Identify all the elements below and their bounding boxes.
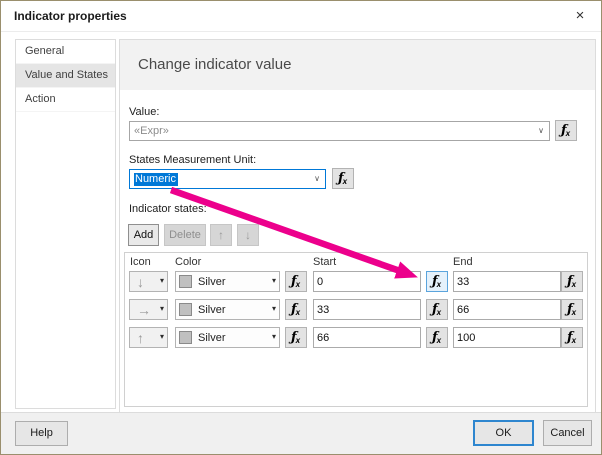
states-measurement-unit-combobox[interactable]: Numeric ∨ (129, 169, 326, 189)
page-header: Change indicator value (120, 40, 595, 90)
sidebar: General Value and States Action (15, 39, 116, 409)
color-dropdown[interactable]: Silver ▾ (175, 327, 280, 348)
chevron-down-icon[interactable]: ∨ (314, 174, 320, 183)
end-input[interactable] (453, 271, 561, 292)
cancel-button[interactable]: Cancel (543, 420, 592, 446)
unit-expression-button[interactable]: ƒx (332, 168, 354, 189)
dropdown-triangle-icon[interactable]: ▾ (160, 276, 164, 285)
start-expression-button[interactable]: ƒx (426, 271, 448, 292)
start-input[interactable] (313, 327, 421, 348)
color-dropdown[interactable]: Silver ▾ (175, 299, 280, 320)
value-combobox-text: «Expr» (134, 125, 169, 137)
unit-selected-text: Numeric (134, 173, 178, 186)
dropdown-triangle-icon[interactable]: ▾ (160, 332, 164, 341)
move-up-icon[interactable]: ↑ (210, 224, 232, 246)
dialog-title: Indicator properties (14, 9, 127, 23)
end-expression-button[interactable]: ƒx (561, 299, 583, 320)
color-swatch (179, 303, 192, 316)
help-button[interactable]: Help (15, 421, 68, 446)
value-expression-button[interactable]: ƒx (555, 120, 577, 141)
column-header-icon: Icon (130, 256, 151, 268)
main-panel: Change indicator value Value: «Expr» ∨ ƒ… (119, 39, 596, 413)
title-bar: Indicator properties × (1, 1, 601, 32)
states-measurement-unit-label: States Measurement Unit: (129, 154, 257, 166)
table-row: ↑ ▾ Silver ▾ ƒx ƒx ƒx (125, 327, 587, 348)
sidebar-item-value-and-states[interactable]: Value and States (16, 64, 115, 88)
footer-bar: Help OK Cancel (1, 412, 601, 454)
color-expression-button[interactable]: ƒx (285, 271, 307, 292)
icon-dropdown[interactable]: ↑ ▾ (129, 327, 168, 348)
page-title: Change indicator value (138, 56, 292, 73)
color-name: Silver (198, 276, 226, 288)
color-name: Silver (198, 332, 226, 344)
column-header-end: End (453, 256, 473, 268)
column-header-start: Start (313, 256, 337, 268)
right-arrow-icon: → (137, 302, 151, 318)
sidebar-item-action[interactable]: Action (16, 88, 115, 112)
end-input[interactable] (453, 299, 561, 320)
indicator-states-table: Icon Color Start End ↓ ▾ Silver ▾ ƒx ƒx … (124, 252, 588, 407)
delete-state-button[interactable]: Delete (164, 224, 206, 246)
indicator-properties-dialog: Indicator properties × General Value and… (0, 0, 602, 455)
dropdown-triangle-icon[interactable]: ▾ (272, 332, 276, 341)
dropdown-triangle-icon[interactable]: ▾ (160, 304, 164, 313)
chevron-down-icon[interactable]: ∨ (538, 126, 544, 135)
move-down-icon[interactable]: ↓ (237, 224, 259, 246)
start-input[interactable] (313, 299, 421, 320)
end-input[interactable] (453, 327, 561, 348)
color-expression-button[interactable]: ƒx (285, 299, 307, 320)
down-arrow-icon: ↓ (137, 274, 144, 290)
close-icon[interactable]: × (569, 5, 591, 27)
dropdown-triangle-icon[interactable]: ▾ (272, 276, 276, 285)
sidebar-item-general[interactable]: General (16, 40, 115, 64)
color-expression-button[interactable]: ƒx (285, 327, 307, 348)
icon-dropdown[interactable]: → ▾ (129, 299, 168, 320)
dropdown-triangle-icon[interactable]: ▾ (272, 304, 276, 313)
start-expression-button[interactable]: ƒx (426, 327, 448, 348)
icon-dropdown[interactable]: ↓ ▾ (129, 271, 168, 292)
color-swatch (179, 331, 192, 344)
end-expression-button[interactable]: ƒx (561, 327, 583, 348)
table-row: ↓ ▾ Silver ▾ ƒx ƒx ƒx (125, 271, 587, 292)
indicator-states-label: Indicator states: (129, 203, 207, 215)
start-expression-button[interactable]: ƒx (426, 299, 448, 320)
table-row: → ▾ Silver ▾ ƒx ƒx ƒx (125, 299, 587, 320)
end-expression-button[interactable]: ƒx (561, 271, 583, 292)
ok-button[interactable]: OK (473, 420, 534, 446)
add-state-button[interactable]: Add (128, 224, 159, 246)
value-label: Value: (129, 106, 160, 118)
up-arrow-icon: ↑ (137, 330, 144, 346)
color-name: Silver (198, 304, 226, 316)
start-input[interactable] (313, 271, 421, 292)
color-swatch (179, 275, 192, 288)
column-header-color: Color (175, 256, 202, 268)
value-combobox[interactable]: «Expr» ∨ (129, 121, 550, 141)
color-dropdown[interactable]: Silver ▾ (175, 271, 280, 292)
